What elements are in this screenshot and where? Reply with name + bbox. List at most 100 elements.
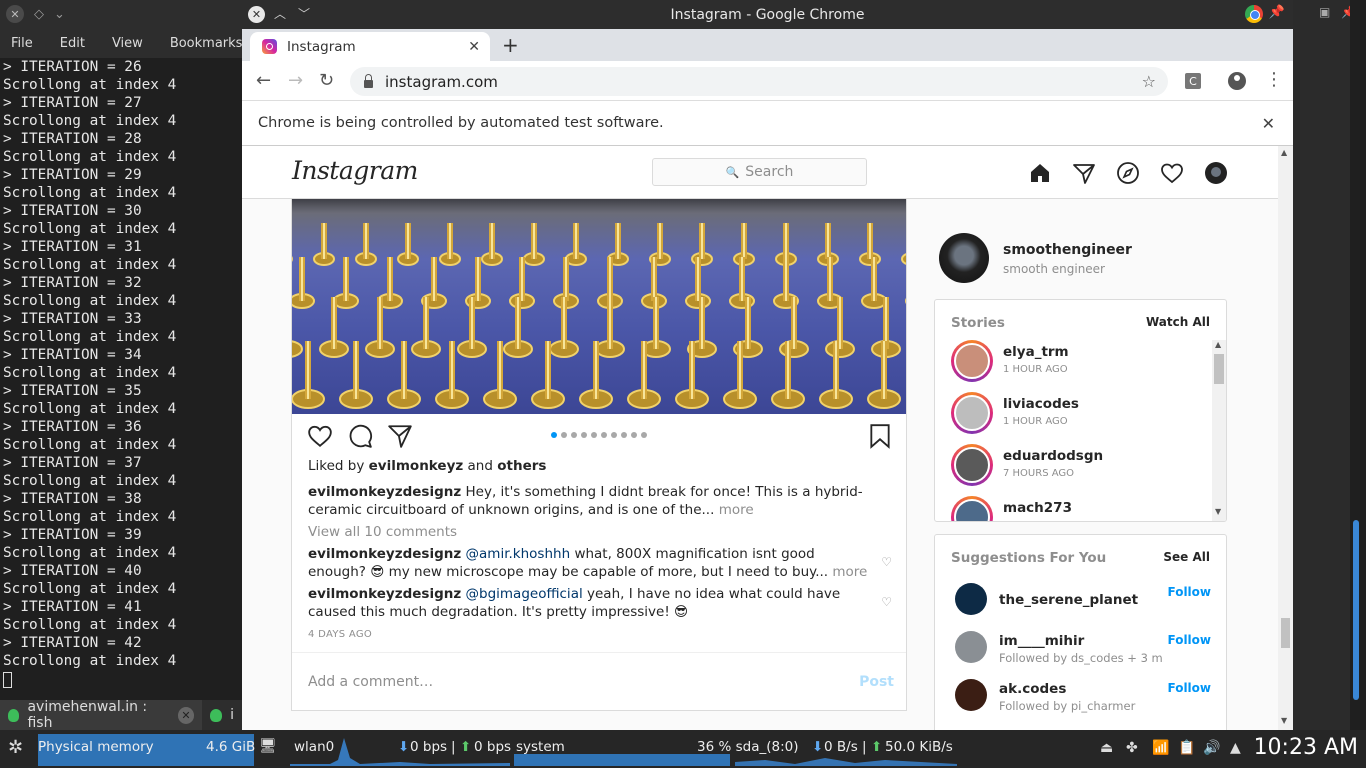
volume-icon[interactable]: 🔊 [1203, 740, 1220, 756]
scroll-down-icon[interactable]: ▼ [1215, 507, 1221, 516]
home-icon[interactable] [1028, 161, 1052, 185]
suggestion-avatar[interactable] [955, 583, 987, 615]
suggestion-avatar[interactable] [955, 631, 987, 663]
story-item[interactable]: mach273 [951, 496, 1201, 521]
extension-icon[interactable]: C [1185, 73, 1201, 89]
post-comment-button[interactable]: Post [859, 674, 894, 690]
like-heart-icon[interactable] [307, 423, 333, 449]
stories-scrollbar[interactable]: ▲ ▼ [1212, 340, 1226, 521]
carousel-dot[interactable] [591, 432, 597, 438]
new-tab-icon[interactable]: + [502, 33, 519, 57]
watch-all-button[interactable]: Watch All [1146, 315, 1210, 329]
scroll-thumb[interactable] [1353, 520, 1359, 700]
forward-icon[interactable]: → [288, 70, 303, 91]
launcher-gear-icon[interactable]: ✲ [8, 737, 23, 758]
add-comment-input[interactable]: Add a comment… [308, 674, 433, 690]
my-username[interactable]: smoothengineer [1003, 242, 1132, 258]
background-scrollbar[interactable] [1350, 0, 1366, 730]
star-icon[interactable]: ☆ [1142, 72, 1156, 91]
liked-by-others-link[interactable]: others [497, 458, 546, 474]
terminal-window[interactable]: ✕ ◇ ⌄ File Edit View Bookmarks > ITERATI… [0, 0, 243, 731]
back-icon[interactable]: ← [256, 70, 271, 91]
follow-button[interactable]: Follow [1167, 633, 1211, 647]
follow-button[interactable]: Follow [1167, 585, 1211, 599]
comment-more-link[interactable]: more [832, 564, 867, 580]
scroll-up-icon[interactable]: ▲ [1281, 148, 1287, 157]
suggestion-username[interactable]: the_serene_planet [999, 592, 1138, 608]
tray-expand-icon[interactable]: ▲ [1230, 740, 1241, 756]
suggestion-avatar[interactable] [955, 679, 987, 711]
page-viewport[interactable]: Instagram 🔍 Search Liked by evilmonkeyz … [242, 146, 1293, 730]
caption-more-link[interactable]: more [719, 502, 754, 518]
comment-like-icon[interactable]: ♡ [881, 555, 892, 569]
carousel-dot[interactable] [571, 432, 577, 438]
instagram-logo[interactable]: Instagram [292, 156, 418, 185]
tab-instagram[interactable]: Instagram ✕ [250, 32, 490, 61]
comment-user-link[interactable]: evilmonkeyzdesignz [308, 546, 461, 562]
follow-button[interactable]: Follow [1167, 681, 1211, 695]
pin-icon[interactable]: 📌 [1269, 5, 1285, 20]
see-all-button[interactable]: See All [1163, 550, 1210, 564]
comment-user-link[interactable]: evilmonkeyzdesignz [308, 586, 461, 602]
close-icon[interactable]: ✕ [6, 5, 24, 23]
heart-icon[interactable] [1160, 161, 1184, 185]
menu-edit[interactable]: Edit [60, 36, 85, 51]
carousel-dot[interactable] [621, 432, 627, 438]
menu-file[interactable]: File [11, 36, 33, 51]
suggestion-username[interactable]: im____mihir [999, 633, 1084, 649]
story-item[interactable]: liviacodes 1 HOUR AGO [951, 392, 1201, 436]
profile-avatar[interactable] [1204, 161, 1228, 185]
comment-mention-link[interactable]: @amir.khoshhh [466, 546, 571, 562]
reload-icon[interactable]: ↻ [319, 70, 334, 91]
wifi-icon[interactable]: 📶 [1152, 740, 1169, 756]
bookmark-icon[interactable] [867, 423, 893, 449]
comment-mention-link[interactable]: @bgimageofficial [466, 586, 583, 602]
share-icon[interactable] [387, 423, 413, 449]
my-avatar[interactable] [939, 233, 989, 283]
scroll-up-icon[interactable]: ▲ [1215, 340, 1221, 349]
comment-like-icon[interactable]: ♡ [881, 595, 892, 609]
post-timestamp[interactable]: 4 DAYS AGO [308, 629, 372, 640]
carousel-dot[interactable] [551, 432, 557, 438]
suggestion-username[interactable]: ak.codes [999, 681, 1066, 697]
page-scrollbar[interactable]: ▲ ▼ [1278, 146, 1293, 730]
story-item[interactable]: eduardodsgn 7 HOURS AGO [951, 444, 1201, 488]
updates-icon[interactable]: ⏏ [1100, 740, 1113, 756]
direct-icon[interactable] [1072, 161, 1096, 185]
carousel-dot[interactable] [641, 432, 647, 438]
view-all-comments-link[interactable]: View all 10 comments [308, 523, 457, 541]
liked-by-user-link[interactable]: evilmonkeyz [369, 458, 464, 474]
close-tab-icon[interactable]: ✕ [468, 39, 480, 55]
lock-icon[interactable] [364, 73, 373, 88]
carousel-dot[interactable] [561, 432, 567, 438]
window-button-icon[interactable]: ▣ [1319, 5, 1330, 19]
comment-icon[interactable] [347, 423, 373, 449]
menu-view[interactable]: View [112, 36, 143, 51]
carousel-dot[interactable] [601, 432, 607, 438]
terminal-tab[interactable]: avimehenwal.in : fish ✕ [0, 699, 203, 731]
menu-kebab-icon[interactable]: ⋮ [1265, 69, 1283, 90]
terminal-output[interactable]: > ITERATION = 26 Scrollong at index 4 > IT… [0, 58, 242, 670]
chevron-down-icon[interactable]: ⌄ [54, 7, 65, 22]
carousel-dot[interactable] [611, 432, 617, 438]
scroll-thumb[interactable] [1214, 354, 1224, 384]
menu-bookmarks[interactable]: Bookmarks [170, 36, 243, 51]
diamond-icon[interactable]: ◇ [34, 7, 44, 22]
terminal-tab-2[interactable]: i [202, 700, 242, 730]
monitor-icon[interactable]: 🖥 [259, 738, 277, 754]
close-icon[interactable]: ✕ [177, 706, 195, 724]
close-icon[interactable]: ✕ [1262, 114, 1275, 133]
carousel-dot[interactable] [631, 432, 637, 438]
scroll-down-icon[interactable]: ▼ [1281, 716, 1287, 725]
explore-icon[interactable] [1116, 161, 1140, 185]
clock[interactable]: 10:23 AM [1254, 735, 1358, 760]
scroll-thumb[interactable] [1281, 618, 1290, 648]
kde-connect-icon[interactable]: ✤ [1126, 740, 1138, 756]
story-item[interactable]: elya_trm 1 HOUR AGO [951, 340, 1201, 384]
caption-user-link[interactable]: evilmonkeyzdesignz [308, 484, 461, 500]
profile-icon[interactable] [1228, 72, 1246, 90]
carousel-dot[interactable] [581, 432, 587, 438]
clipboard-icon[interactable]: 📋 [1178, 740, 1195, 756]
post-image[interactable] [292, 199, 906, 414]
address-bar[interactable]: instagram.com ☆ [350, 67, 1168, 96]
